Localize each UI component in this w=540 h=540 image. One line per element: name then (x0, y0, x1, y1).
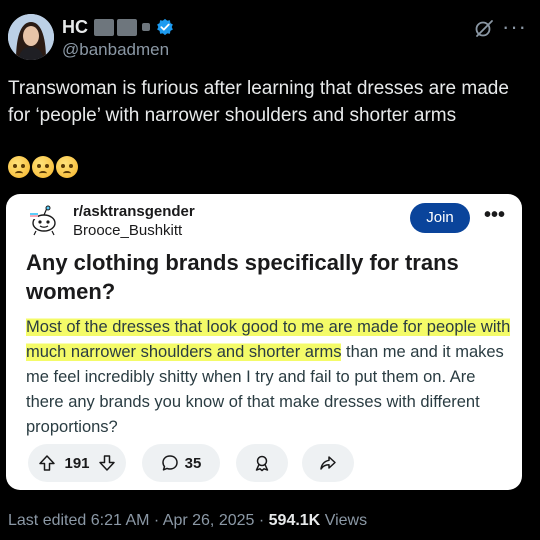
grok-icon[interactable] (474, 18, 494, 38)
author-avatar[interactable] (8, 14, 54, 60)
upvote-icon[interactable] (38, 454, 56, 472)
tweet-time: 6:21 AM (90, 512, 150, 529)
share-button[interactable] (302, 444, 354, 482)
separator: · (258, 512, 265, 529)
tweet-text: Transwoman is furious after learning tha… (8, 78, 509, 126)
award-icon (255, 455, 269, 472)
more-options-icon[interactable]: ··· (502, 14, 527, 40)
upvote-count: 191 (64, 454, 90, 472)
tweet-date: Apr 26, 2025 (162, 512, 255, 529)
post-body: Most of the dresses that look good to me… (26, 315, 516, 440)
redacted-name-block (117, 18, 137, 36)
post-title: Any clothing brands specifically for tra… (26, 250, 459, 304)
views-count: 594.1K (268, 512, 321, 529)
post-username[interactable]: Brooce_Bushkitt (73, 222, 182, 239)
avatar-image (8, 14, 54, 60)
author-handle[interactable]: @banbadmen (62, 40, 169, 60)
subreddit-snoo-icon (30, 205, 56, 236)
separator: · (153, 512, 160, 529)
edited-label[interactable]: Last edited (8, 512, 86, 529)
verified-badge-icon[interactable] (156, 18, 174, 36)
award-button[interactable] (236, 444, 288, 482)
join-button[interactable]: Join (410, 203, 470, 233)
pleading-face-emoji-icon (8, 156, 30, 178)
author-name-row: HC (62, 16, 174, 38)
comment-count: 35 (184, 454, 202, 472)
vote-control: 191 (28, 444, 126, 482)
views-label: Views (324, 512, 368, 529)
comments-button[interactable]: 35 (142, 444, 220, 482)
subreddit-name[interactable]: r/asktransgender (73, 203, 195, 220)
comment-icon (161, 455, 178, 471)
author-name[interactable]: HC (62, 17, 88, 38)
share-icon (320, 456, 336, 470)
redacted-name-block (142, 23, 150, 31)
downvote-icon[interactable] (98, 454, 116, 472)
tweet-metadata: Last edited 6:21 AM · Apr 26, 2025 · 594… (8, 512, 367, 530)
redacted-name-block (94, 18, 114, 36)
embedded-reddit-post[interactable]: r/asktransgender Brooce_Bushkitt Join ••… (6, 194, 522, 490)
pleading-face-emoji-icon (32, 156, 54, 178)
post-more-options-icon[interactable]: ••• (484, 204, 505, 227)
pleading-face-emoji-icon (56, 156, 78, 178)
tweet-emojis (8, 156, 78, 178)
